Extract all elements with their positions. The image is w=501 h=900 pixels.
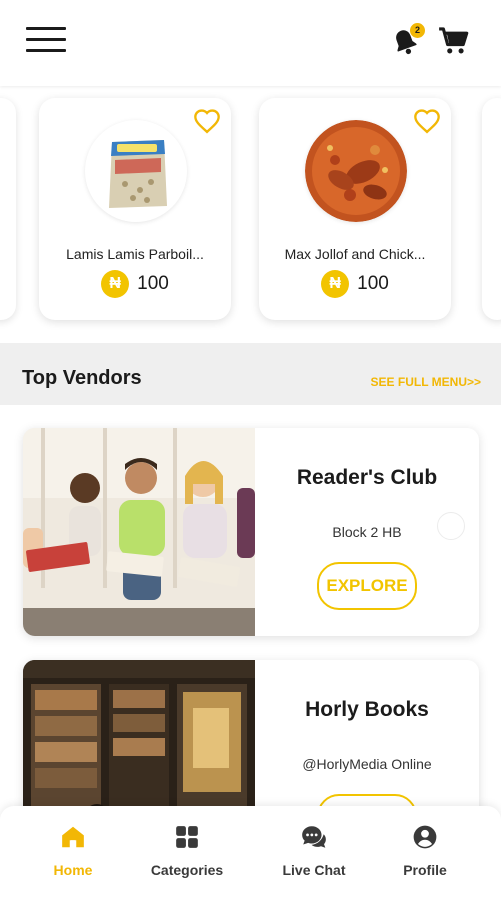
cart-button[interactable] bbox=[437, 24, 473, 58]
cart-icon bbox=[439, 27, 469, 54]
product-card-peek[interactable] bbox=[0, 98, 16, 320]
product-price: 100 bbox=[357, 273, 389, 294]
selection-indicator[interactable] bbox=[437, 512, 465, 540]
product-carousel[interactable]: Lamis Lamis Parboil... ₦ 100 Max Jollof … bbox=[0, 86, 501, 342]
hamburger-menu-icon[interactable] bbox=[26, 27, 66, 55]
price-row: ₦ 100 bbox=[39, 270, 231, 298]
chat-bubbles-icon bbox=[302, 826, 326, 848]
vendor-name: Horly Books bbox=[305, 698, 429, 721]
top-vendors-header: Top Vendors SEE FULL MENU>> bbox=[0, 343, 501, 405]
vendor-image-readers-club bbox=[23, 428, 255, 636]
product-image-rice-bag bbox=[85, 120, 187, 222]
nav-label: Live Chat bbox=[282, 862, 346, 878]
nav-item-home[interactable]: Home bbox=[23, 824, 123, 888]
see-full-menu-link[interactable]: SEE FULL MENU>> bbox=[371, 375, 481, 389]
section-title: Top Vendors bbox=[22, 367, 142, 389]
vendor-info: Reader's Club Block 2 HB EXPLORE bbox=[255, 428, 479, 636]
nav-item-live-chat[interactable]: Live Chat bbox=[264, 824, 364, 888]
heart-outline-icon[interactable] bbox=[413, 108, 441, 136]
notifications-button[interactable]: 2 bbox=[389, 23, 425, 60]
nav-item-profile[interactable]: Profile bbox=[375, 824, 475, 888]
product-name: Max Jollof and Chick... bbox=[284, 246, 426, 262]
app-header: 2 bbox=[0, 0, 501, 86]
naira-icon: ₦ bbox=[321, 270, 350, 298]
vendor-location: @HorlyMedia Online bbox=[302, 756, 432, 772]
user-circle-icon bbox=[413, 825, 437, 849]
product-name: Lamis Lamis Parboil... bbox=[66, 246, 204, 262]
nav-item-categories[interactable]: Categories bbox=[137, 824, 237, 888]
nav-label: Home bbox=[53, 862, 93, 878]
notification-badge: 2 bbox=[410, 23, 425, 38]
nav-label: Profile bbox=[403, 862, 447, 878]
product-image-jollof-chicken bbox=[305, 120, 407, 222]
price-row: ₦ 100 bbox=[259, 270, 451, 298]
heart-outline-icon[interactable] bbox=[193, 108, 221, 136]
home-icon bbox=[62, 826, 84, 848]
product-card[interactable]: Lamis Lamis Parboil... ₦ 100 bbox=[39, 98, 231, 320]
grid-icon bbox=[176, 826, 198, 848]
product-price: 100 bbox=[137, 273, 169, 294]
nav-label: Categories bbox=[150, 862, 224, 878]
vendor-card[interactable]: Reader's Club Block 2 HB EXPLORE bbox=[23, 428, 479, 636]
explore-button[interactable]: EXPLORE bbox=[317, 562, 417, 610]
product-card[interactable]: Max Jollof and Chick... ₦ 100 bbox=[259, 98, 451, 320]
product-card-peek[interactable] bbox=[482, 98, 501, 320]
bottom-navigation: Home Categories Live Chat Profile bbox=[0, 806, 501, 900]
vendor-name: Reader's Club bbox=[296, 466, 438, 489]
naira-icon: ₦ bbox=[101, 270, 130, 298]
